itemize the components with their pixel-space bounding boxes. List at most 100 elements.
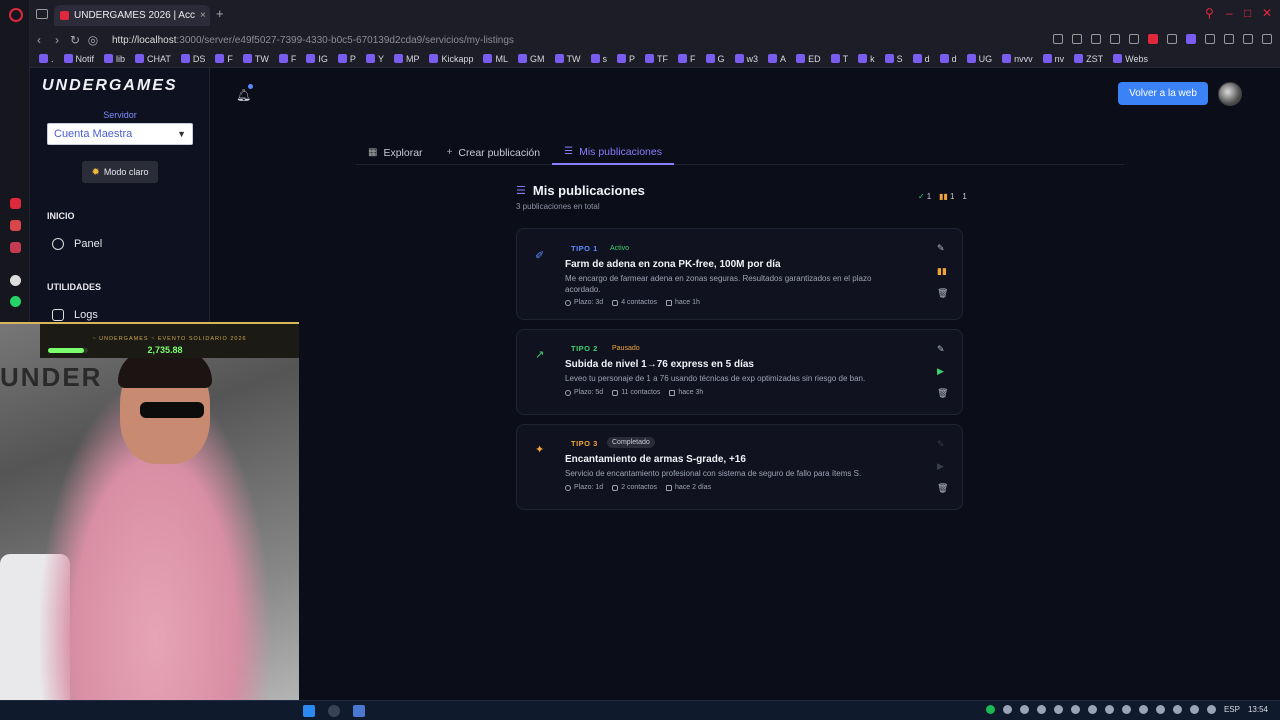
- url-field[interactable]: http://localhost:3000/server/e49f5027-73…: [112, 35, 514, 46]
- avatar[interactable]: [1218, 82, 1242, 106]
- browser-tab[interactable]: UNDERGAMES 2026 | Acc ×: [54, 5, 210, 26]
- bookmark-item[interactable]: ED: [791, 54, 826, 64]
- tab-explorar[interactable]: ▦ Explorar: [356, 140, 435, 165]
- steam-icon[interactable]: [1155, 705, 1165, 714]
- extension-icon[interactable]: [1110, 34, 1120, 44]
- tab-crear-publicacion[interactable]: + Crear publicación: [435, 140, 553, 165]
- workspaces-icon[interactable]: [36, 9, 48, 19]
- extension-icon[interactable]: [1148, 34, 1158, 44]
- extension-icon[interactable]: [1091, 34, 1101, 44]
- extension-icon[interactable]: [1167, 34, 1177, 44]
- aria-icon[interactable]: [10, 220, 21, 231]
- trash-icon[interactable]: 🗑︎: [937, 388, 948, 399]
- bookmark-item[interactable]: IG: [301, 54, 333, 64]
- profile-icon[interactable]: [1224, 34, 1234, 44]
- bookmark-item[interactable]: d: [908, 54, 935, 64]
- close-window-icon[interactable]: ✕: [1262, 6, 1272, 20]
- bookmark-item[interactable]: nvvv: [997, 54, 1038, 64]
- bookmark-item[interactable]: F: [673, 54, 701, 64]
- bookmark-item[interactable]: Webs: [1108, 54, 1153, 64]
- edit-icon[interactable]: ✎: [937, 344, 945, 355]
- tray-icon[interactable]: [1036, 705, 1046, 714]
- bookmark-item[interactable]: GM: [513, 54, 550, 64]
- bookmark-item[interactable]: TW: [238, 54, 274, 64]
- tab-mis-publicaciones[interactable]: ☰ Mis publicaciones: [552, 140, 674, 165]
- bookmark-item[interactable]: P: [333, 54, 361, 64]
- menu-icon[interactable]: [1262, 34, 1272, 44]
- microphone-icon[interactable]: [1087, 705, 1097, 714]
- reload-icon[interactable]: ↻: [66, 33, 84, 47]
- tray-icon[interactable]: [1104, 705, 1114, 714]
- sidebar-item-logs[interactable]: Logs: [52, 309, 98, 321]
- tray-icon[interactable]: [1002, 705, 1012, 714]
- pause-icon[interactable]: ▮▮: [937, 266, 947, 277]
- chatgpt-icon[interactable]: [10, 275, 21, 286]
- bookmark-item[interactable]: TF: [640, 54, 673, 64]
- bookmark-item[interactable]: CHAT: [130, 54, 176, 64]
- download-icon[interactable]: [1243, 34, 1253, 44]
- vscode-icon[interactable]: [303, 705, 315, 717]
- extension-icon[interactable]: [1205, 34, 1215, 44]
- opera-logo-icon[interactable]: [9, 8, 23, 22]
- bookmark-item[interactable]: ML: [478, 54, 513, 64]
- obs-icon[interactable]: [328, 705, 340, 717]
- server-select[interactable]: Cuenta Maestra ▼: [47, 123, 193, 145]
- bookmark-item[interactable]: lib: [99, 54, 130, 64]
- whatsapp-icon[interactable]: [10, 296, 21, 307]
- keyboard-language[interactable]: ESP: [1224, 705, 1240, 714]
- bookmark-item[interactable]: DS: [176, 54, 211, 64]
- site-info-icon[interactable]: ◎: [84, 33, 102, 47]
- bookmark-item[interactable]: .: [34, 54, 59, 64]
- tray-icon[interactable]: [1019, 705, 1029, 714]
- bookmark-item[interactable]: nv: [1038, 54, 1070, 64]
- bookmark-item[interactable]: MP: [389, 54, 425, 64]
- back-icon[interactable]: ‹: [30, 33, 48, 47]
- notifications-button[interactable]: 🔔︎: [236, 84, 253, 102]
- logo[interactable]: UNDERGAMES: [42, 77, 178, 95]
- extension-icon[interactable]: [1072, 34, 1082, 44]
- bookmark-item[interactable]: k: [853, 54, 880, 64]
- bookmark-item[interactable]: Kickapp: [424, 54, 478, 64]
- bookmark-item[interactable]: s: [586, 54, 613, 64]
- bookmark-item[interactable]: Notif: [59, 54, 100, 64]
- volume-icon[interactable]: [1138, 705, 1148, 714]
- opera-icon[interactable]: [10, 198, 21, 209]
- minimize-icon[interactable]: –: [1226, 6, 1233, 20]
- back-to-web-button[interactable]: Volver a la web: [1118, 82, 1208, 105]
- messenger-icon[interactable]: [10, 242, 21, 253]
- new-tab-icon[interactable]: +: [216, 6, 224, 21]
- spotify-icon[interactable]: [985, 705, 995, 714]
- tray-icon[interactable]: [1172, 705, 1182, 714]
- bookmark-item[interactable]: S: [880, 54, 908, 64]
- clock[interactable]: 13:54: [1248, 705, 1268, 714]
- trash-icon[interactable]: 🗑︎: [937, 483, 948, 494]
- search-icon[interactable]: ⚲: [1205, 6, 1214, 20]
- maximize-icon[interactable]: □: [1244, 6, 1251, 20]
- bookmark-item[interactable]: A: [763, 54, 791, 64]
- extension-icon[interactable]: [1053, 34, 1063, 44]
- bookmark-item[interactable]: ZST: [1069, 54, 1108, 64]
- tray-icon[interactable]: [1053, 705, 1063, 714]
- bookmark-item[interactable]: G: [701, 54, 730, 64]
- bookmark-item[interactable]: UG: [962, 54, 998, 64]
- bookmark-item[interactable]: F: [210, 54, 238, 64]
- bookmark-item[interactable]: TW: [550, 54, 586, 64]
- tray-icon[interactable]: [1189, 705, 1199, 714]
- bookmark-item[interactable]: d: [935, 54, 962, 64]
- app-icon[interactable]: [353, 705, 365, 717]
- bookmark-item[interactable]: Y: [361, 54, 389, 64]
- wifi-icon[interactable]: [1206, 705, 1216, 714]
- theme-toggle-button[interactable]: ✹ Modo claro: [82, 161, 158, 183]
- play-icon[interactable]: ▶: [937, 366, 944, 377]
- extension-icon[interactable]: [1129, 34, 1139, 44]
- close-tab-icon[interactable]: ×: [200, 10, 206, 21]
- edit-icon[interactable]: ✎: [937, 243, 945, 254]
- bookmark-item[interactable]: P: [612, 54, 640, 64]
- bookmark-item[interactable]: w3: [730, 54, 764, 64]
- forward-icon[interactable]: ›: [48, 33, 66, 47]
- extension-icon[interactable]: [1186, 34, 1196, 44]
- tray-icon[interactable]: [1070, 705, 1080, 714]
- trash-icon[interactable]: 🗑︎: [937, 288, 948, 299]
- bookmark-item[interactable]: F: [274, 54, 302, 64]
- sidebar-item-panel[interactable]: Panel: [52, 238, 102, 250]
